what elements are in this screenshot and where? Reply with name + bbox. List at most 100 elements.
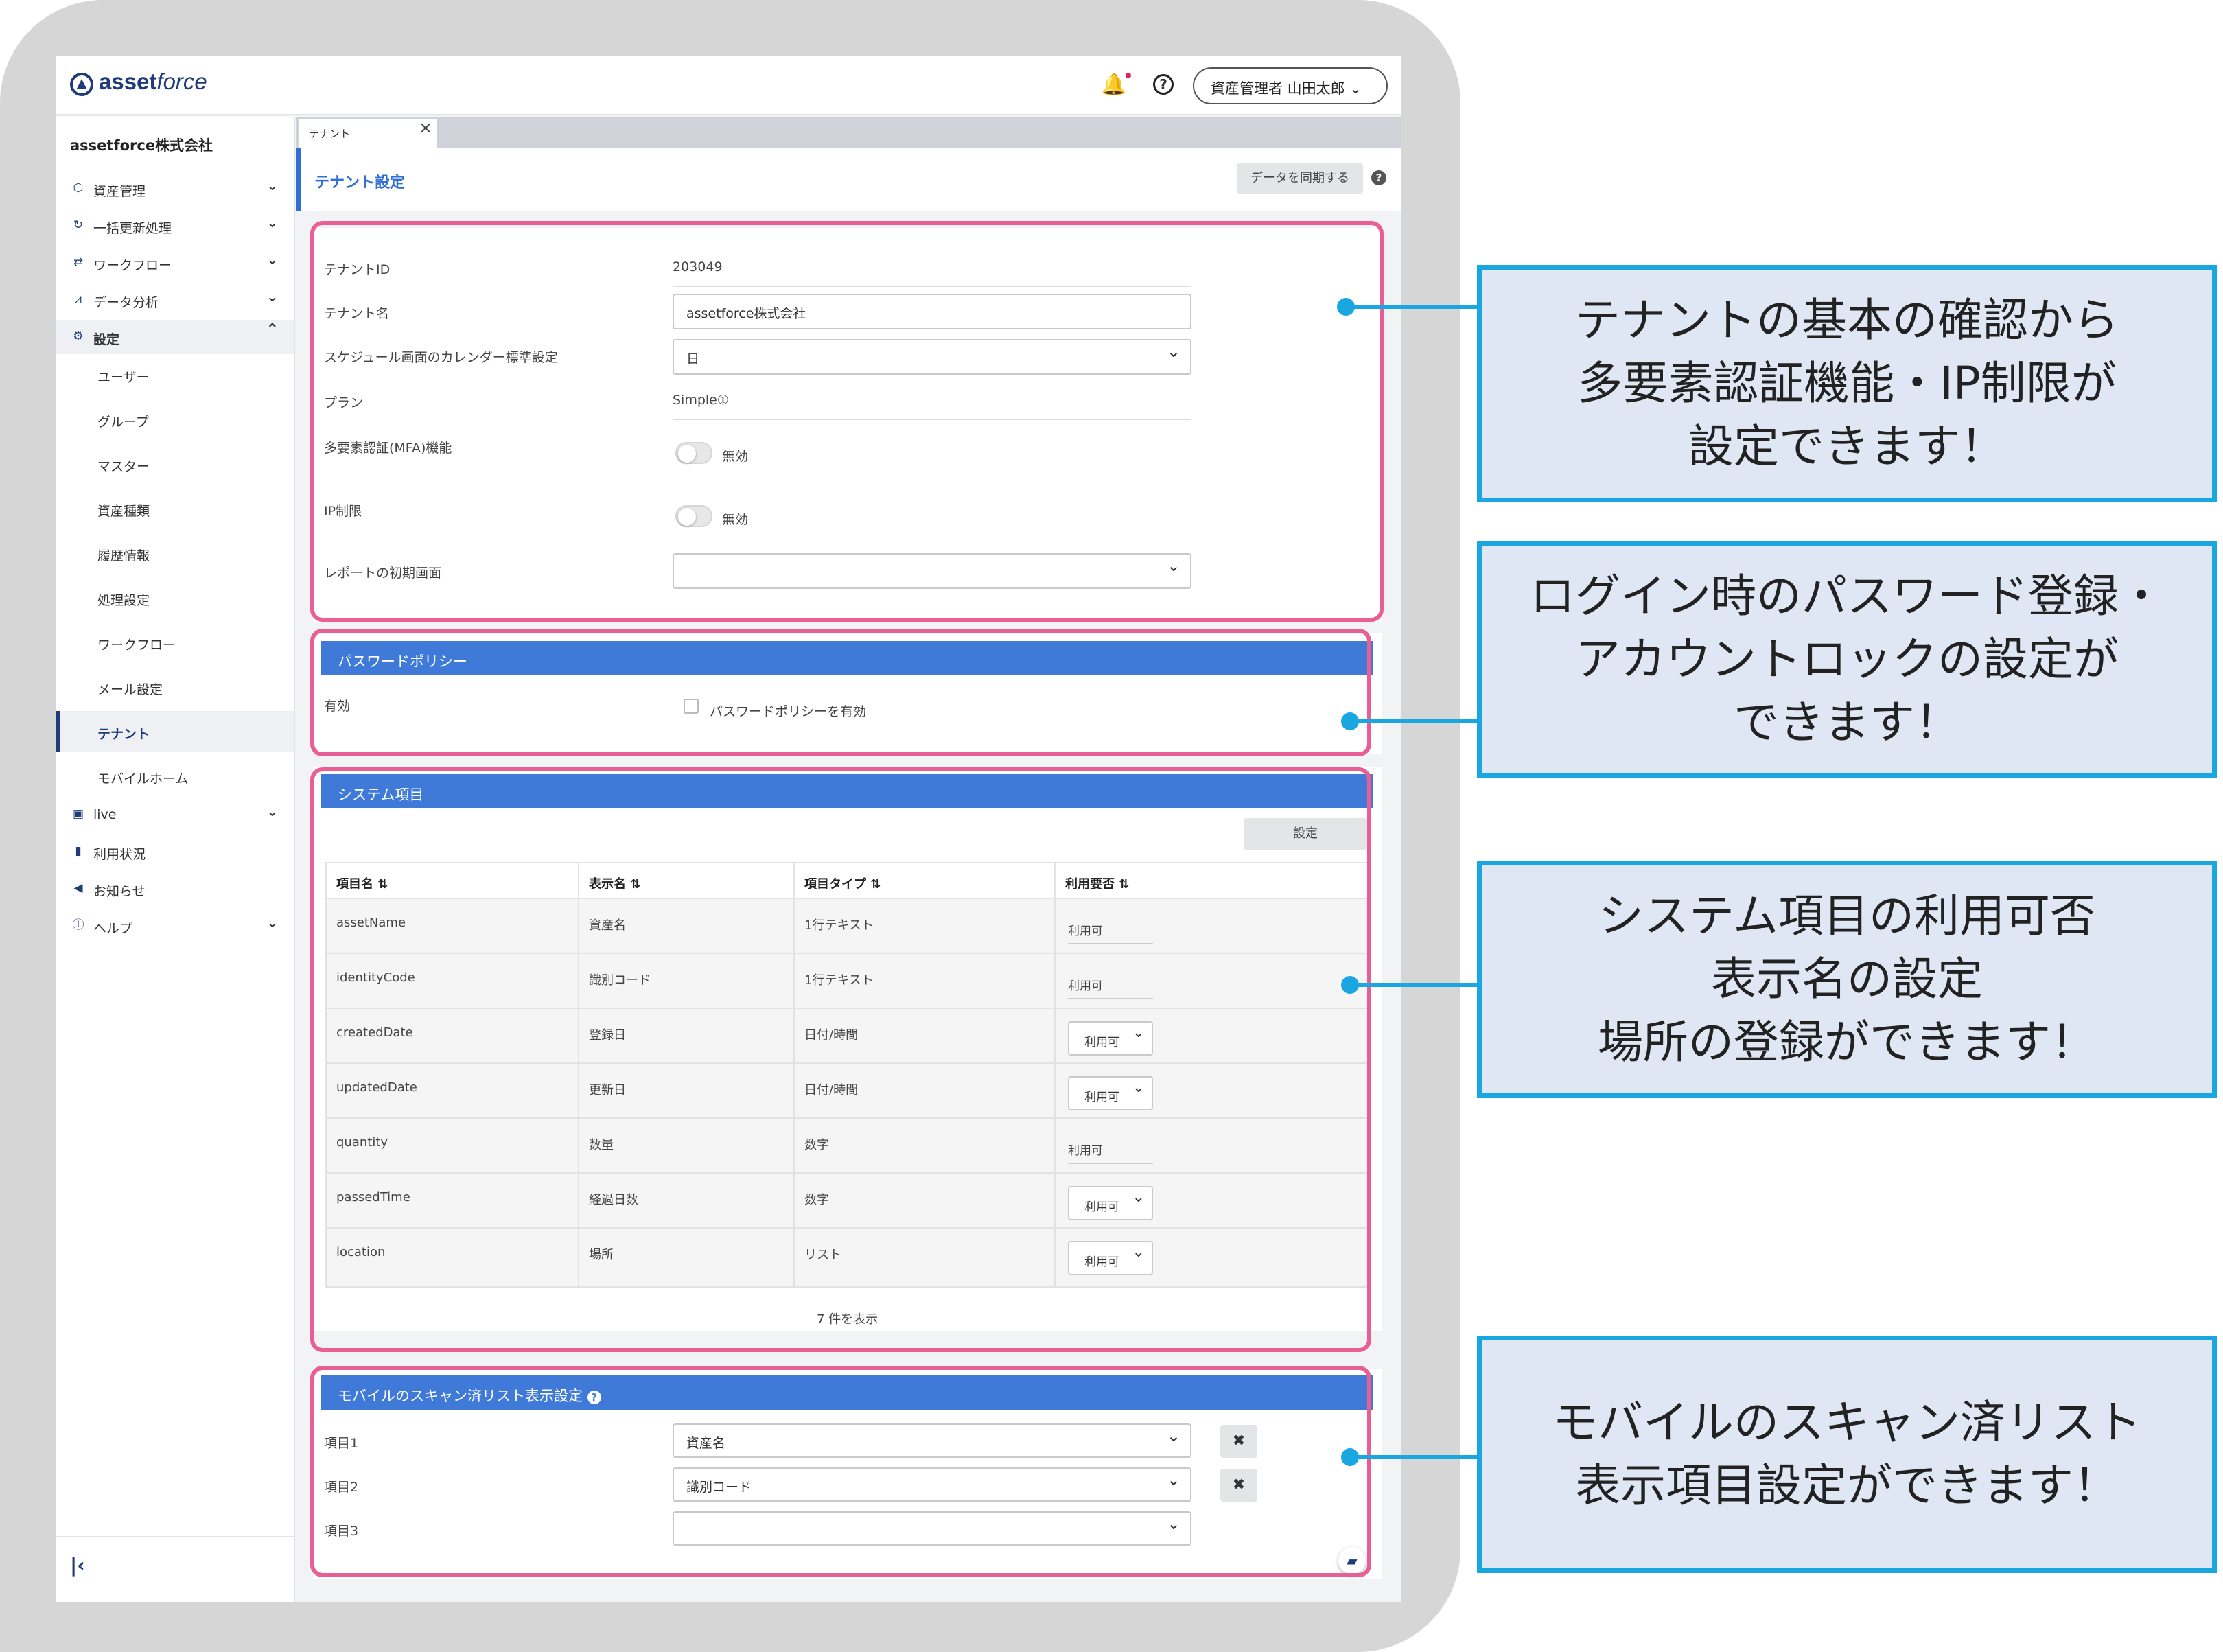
sidebar-item-workflow[interactable]: ⇄ ワークフロー ⌄ (56, 246, 294, 280)
sidebar-item-label: 利用状況 (93, 847, 146, 862)
sidebar-item-asset-management[interactable]: ⬡ 資産管理 ⌄ (56, 172, 294, 206)
question-icon[interactable]: ? (1371, 170, 1386, 185)
sidebar-item-label: 一括更新処理 (93, 221, 172, 236)
sidebar-subitem-asset-types[interactable]: 資産種類 (56, 488, 294, 529)
chevron-down-icon: ⌄ (266, 251, 279, 268)
callout-line: 表示名の設定 (1711, 953, 1983, 1005)
sidebar-divider (56, 1536, 294, 1537)
sidebar-subitem-label: モバイルホーム (97, 771, 189, 787)
sidebar-subitem-label: マスター (97, 459, 150, 474)
chevron-down-icon: ⌄ (266, 177, 279, 194)
chevron-down-icon: ⌄ (266, 803, 279, 820)
sync-data-button[interactable]: データを同期する (1237, 163, 1363, 194)
sidebar-subitem-label: 資産種類 (97, 504, 150, 519)
chevron-up-icon: ⌃ (266, 321, 279, 338)
sidebar-subitem-label: グループ (97, 415, 149, 430)
callout-line: テナントの基本の確認から (1575, 294, 2119, 347)
connector-line (1351, 983, 1484, 987)
tab-bar (296, 117, 1401, 148)
user-name: 資産管理者 山田太郎 (1211, 80, 1345, 97)
tab-tenant[interactable]: テナント (299, 119, 437, 148)
sidebar-subitem-master[interactable]: マスター (56, 443, 294, 485)
sidebar-subitem-label: ユーザー (97, 370, 150, 385)
logo-bold-text: asset (99, 69, 157, 94)
close-icon[interactable]: × (419, 118, 432, 137)
sidebar-subitem-label: 履歴情報 (97, 548, 150, 563)
megaphone-icon: ◀ (73, 881, 83, 895)
tab-label: テナント (309, 128, 351, 140)
callout-line: 表示項目設定ができます！ (1575, 1459, 2119, 1512)
sidebar-item-settings[interactable]: ⚙ 設定 ⌃ (56, 320, 294, 354)
callout-line: ログイン時のパスワード登録・ (1530, 570, 2164, 623)
sidebar-subitem-users[interactable]: ユーザー (56, 354, 294, 395)
highlight-password-policy (310, 629, 1371, 756)
connector-line (1351, 719, 1484, 723)
highlight-tenant-basic (310, 221, 1384, 622)
chevron-down-icon: ⌄ (266, 214, 279, 231)
connector-line (1351, 1455, 1484, 1459)
cube-icon: ⬡ (73, 181, 84, 195)
sidebar-subitem-groups[interactable]: グループ (56, 399, 294, 440)
collapse-sidebar-icon[interactable]: |‹ (70, 1554, 85, 1577)
sidebar-item-label: データ分析 (93, 295, 159, 310)
top-bar: assetforce 🔔 ? 資産管理者 山田太郎 ⌄ (56, 56, 1401, 115)
callout-system-items: システム項目の利用可否 表示名の設定 場所の登録ができます！ (1477, 861, 2217, 1098)
callout-mobile-scan: モバイルのスキャン済リスト 表示項目設定ができます！ (1477, 1336, 2217, 1573)
connector-line (1347, 305, 1484, 309)
refresh-icon: ↻ (73, 218, 84, 232)
sidebar-subitem-mobile-home[interactable]: モバイルホーム (56, 756, 294, 797)
logo-light-text: force (156, 69, 207, 94)
sidebar-item-data-analysis[interactable]: ⩘ データ分析 ⌄ (56, 283, 294, 317)
sidebar-item-notices[interactable]: ◀ お知らせ (56, 872, 294, 906)
sidebar-item-label: live (93, 807, 117, 822)
sidebar-item-label: お知らせ (93, 884, 146, 899)
highlight-mobile-scan (310, 1366, 1371, 1577)
sidebar-subitem-mail-settings[interactable]: メール設定 (56, 666, 294, 708)
app-logo[interactable]: assetforce (99, 69, 207, 95)
sidebar-item-label: ヘルプ (93, 921, 133, 936)
callout-line: 設定できます！ (1688, 420, 2005, 473)
sidebar-item-help[interactable]: ⓘ ヘルプ ⌄ (56, 909, 294, 943)
sidebar-item-live[interactable]: ▣ live ⌄ (56, 798, 294, 832)
sidebar-item-label: 設定 (93, 332, 120, 347)
sidebar-subitem-workflow[interactable]: ワークフロー (56, 622, 294, 663)
callout-line: アカウントロックの設定が (1575, 633, 2119, 686)
gear-icon: ⚙ (73, 329, 84, 343)
sidebar-subitem-label: 処理設定 (97, 593, 150, 608)
sidebar-subitem-process-settings[interactable]: 処理設定 (56, 577, 294, 618)
sidebar-subitem-label: テナント (97, 727, 150, 742)
callout-line: 多要素認証機能・IP制限が (1577, 357, 2117, 410)
sidebar-item-usage[interactable]: ▮ 利用状況 (56, 835, 294, 869)
chevron-down-icon: ⌄ (266, 288, 279, 305)
chevron-down-icon: ⌄ (266, 914, 279, 931)
sidebar-item-label: ワークフロー (93, 258, 172, 273)
user-menu-button[interactable]: 資産管理者 山田太郎 ⌄ (1193, 67, 1388, 104)
page-header (296, 148, 1401, 211)
live-icon: ▣ (72, 807, 84, 821)
sidebar-item-bulk-update[interactable]: ↻ 一括更新処理 ⌄ (56, 209, 294, 243)
callout-line: モバイルのスキャン済リスト (1552, 1396, 2141, 1449)
bar-chart-icon: ▮ (75, 844, 82, 858)
logo-icon (70, 73, 93, 96)
sidebar-subitem-tenant[interactable]: テナント (56, 711, 294, 752)
bell-icon[interactable]: 🔔 (1101, 73, 1126, 97)
callout-line: システム項目の利用可否 (1598, 889, 2096, 942)
help-icon[interactable]: ? (1153, 74, 1174, 95)
sidebar-subitem-history[interactable]: 履歴情報 (56, 533, 294, 574)
help-icon: ⓘ (72, 918, 84, 932)
callout-password-policy: ログイン時のパスワード登録・ アカウントロックの設定が できます！ (1477, 541, 2217, 778)
page-title: テナント設定 (314, 174, 406, 191)
sidebar: assetforce株式会社 ⬡ 資産管理 ⌄ ↻ 一括更新処理 ⌄ ⇄ ワーク… (56, 117, 295, 1602)
workflow-icon: ⇄ (73, 255, 84, 269)
callout-line: 場所の登録ができます！ (1598, 1016, 2096, 1069)
company-name: assetforce株式会社 (70, 137, 213, 154)
callout-line: できます！ (1734, 696, 1960, 749)
sidebar-subitem-label: メール設定 (97, 682, 163, 697)
sidebar-subitem-label: ワークフロー (97, 638, 176, 653)
notification-dot (1126, 73, 1131, 78)
chevron-down-icon: ⌄ (1349, 80, 1362, 97)
highlight-system-items (310, 767, 1371, 1352)
callout-tenant-basic: テナントの基本の確認から 多要素認証機能・IP制限が 設定できます！ (1477, 265, 2217, 502)
analytics-icon: ⩘ (75, 292, 82, 306)
sidebar-item-label: 資産管理 (93, 184, 146, 199)
